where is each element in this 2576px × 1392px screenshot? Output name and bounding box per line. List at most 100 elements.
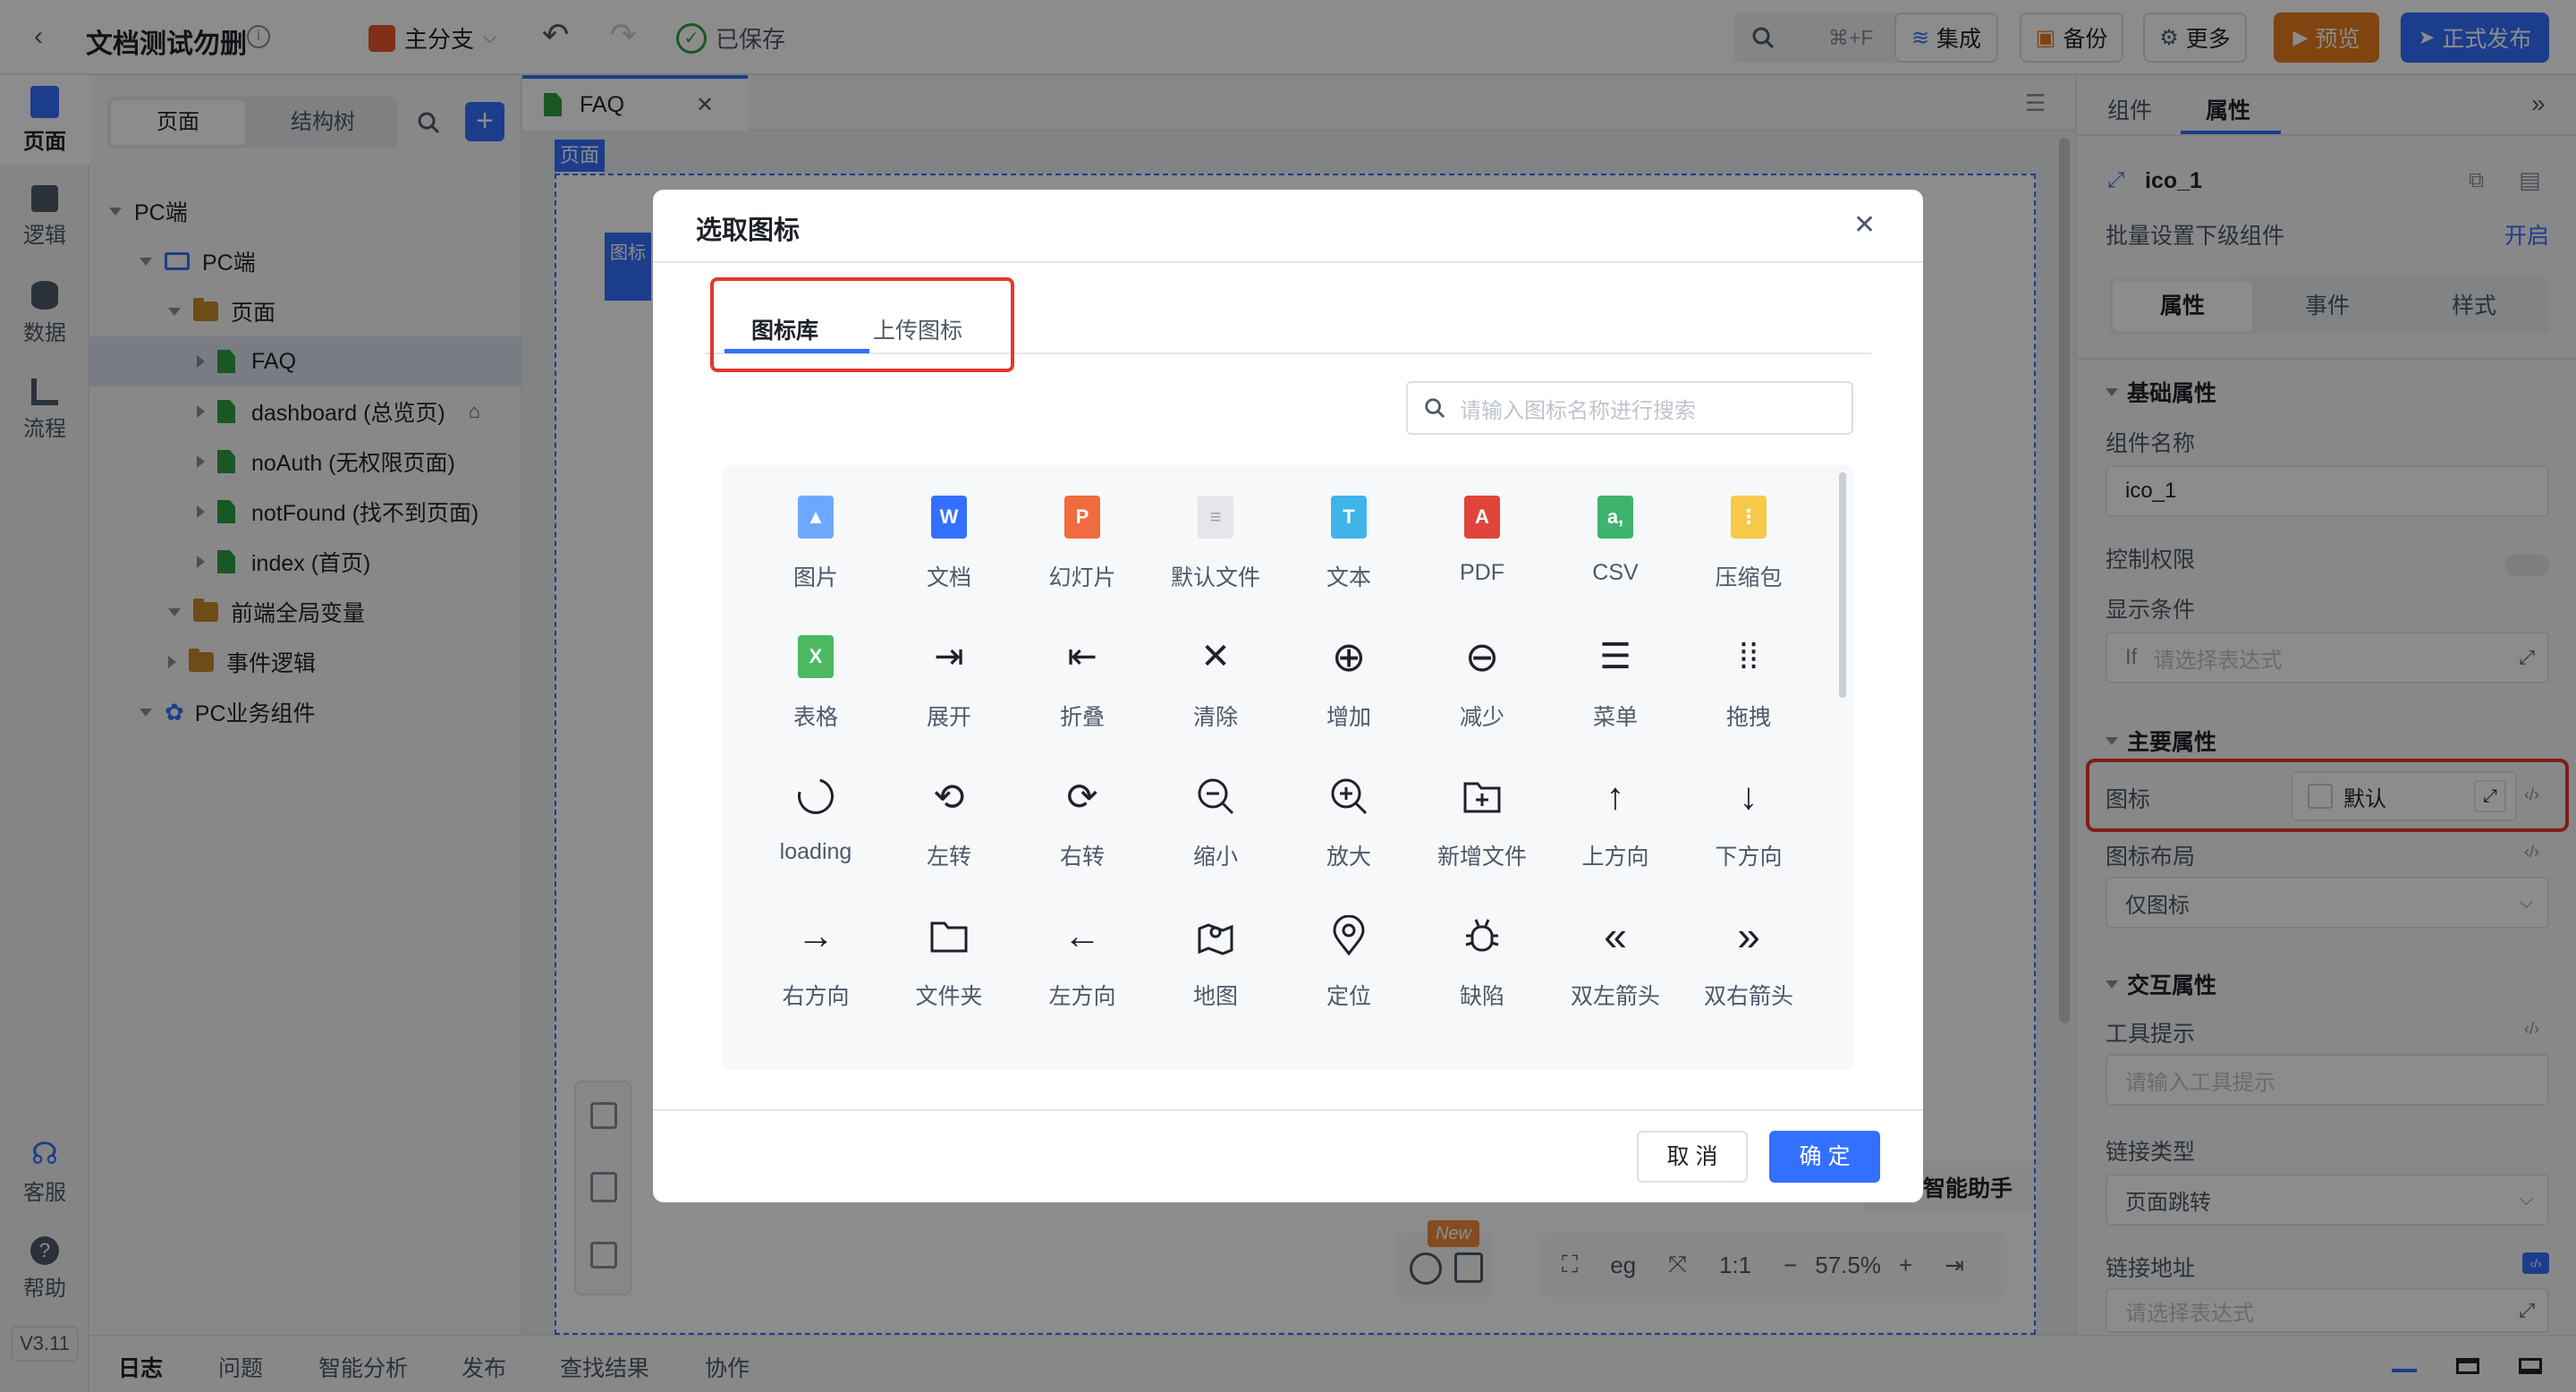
icon-option-label: 定位	[1326, 984, 1371, 1009]
icon-option-double-right[interactable]: » 双右箭头	[1682, 884, 1815, 1018]
double-right-icon: »	[1737, 912, 1760, 959]
close-icon[interactable]: ✕	[1853, 209, 1876, 241]
icon-option-label: 默认文件	[1170, 565, 1260, 590]
plus-circle-icon: ⊕	[1331, 633, 1367, 680]
word-file-icon: W	[931, 496, 967, 539]
ppt-file-icon: P	[1064, 496, 1100, 539]
icon-option-word[interactable]: W 文档	[883, 465, 1015, 599]
icon-option-default-file[interactable]: ≡ 默认文件	[1149, 465, 1282, 599]
icon-option-csv[interactable]: a, CSV	[1549, 465, 1682, 599]
location-icon	[1322, 909, 1376, 963]
icon-option-label: 展开	[926, 705, 971, 730]
zoom-out-icon	[1189, 769, 1242, 823]
icon-option-rotate-left[interactable]: ⟲ 左转	[883, 744, 1015, 878]
text-file-icon: T	[1331, 496, 1367, 539]
divider	[653, 261, 1923, 263]
icon-option-label: 文本	[1326, 565, 1371, 590]
arrow-left-icon: ←	[1063, 914, 1101, 956]
confirm-button[interactable]: 确 定	[1769, 1131, 1880, 1183]
icon-option-double-left[interactable]: « 双左箭头	[1549, 884, 1682, 1018]
drag-icon: ⁞⁞	[1738, 636, 1759, 676]
loading-icon	[789, 769, 843, 823]
icon-option-zoom-in[interactable]: 放大	[1283, 744, 1415, 878]
icon-option-bug[interactable]: 缺陷	[1416, 884, 1548, 1018]
minus-circle-icon: ⊖	[1464, 633, 1500, 680]
icon-option-ppt[interactable]: P 幻灯片	[1016, 465, 1148, 599]
icon-option-label: 缩小	[1192, 845, 1238, 870]
icon-option-map[interactable]: 地图	[1149, 884, 1282, 1018]
close-icon: ✕	[1200, 637, 1231, 676]
rotate-right-icon: ⟳	[1066, 775, 1098, 818]
icon-option-arrow-left[interactable]: ← 左方向	[1016, 884, 1148, 1018]
zip-file-icon: ⋮	[1731, 496, 1767, 539]
icon-option-loading[interactable]: loading	[750, 744, 882, 878]
icon-option-add[interactable]: ⊕ 增加	[1283, 605, 1415, 739]
map-icon	[1189, 909, 1242, 963]
icon-option-arrow-down[interactable]: ↓ 下方向	[1682, 744, 1815, 878]
csv-file-icon: a,	[1597, 496, 1633, 539]
tabs-highlight	[710, 277, 1014, 372]
icon-option-label: 图片	[792, 565, 838, 590]
icon-option-collapse[interactable]: ⇤ 折叠	[1016, 605, 1148, 739]
icon-option-label: 地图	[1192, 984, 1238, 1009]
icon-option-label: 文档	[926, 565, 971, 590]
icon-option-label: 折叠	[1059, 705, 1105, 730]
icon-option-label: 左方向	[1048, 984, 1116, 1009]
pdf-file-icon: A	[1464, 496, 1500, 539]
icon-option-reduce[interactable]: ⊖ 减少	[1416, 605, 1548, 739]
icon-option-label: 缺陷	[1459, 984, 1504, 1009]
icon-grid: ▲ 图片 W 文档 P 幻灯片 ≡ 默认文件 T 文本 A PDF a, CSV ⋮ 压缩包 X…	[723, 465, 1853, 1070]
icon-search-input[interactable]: 请输入图标名称进行搜索	[1406, 381, 1853, 435]
icon-option-label: 幻灯片	[1048, 565, 1116, 590]
icon-option-excel[interactable]: X 表格	[750, 605, 882, 739]
icon-option-label: 增加	[1326, 705, 1371, 730]
arrow-down-icon: ↓	[1739, 775, 1758, 817]
icon-option-text[interactable]: T 文本	[1283, 465, 1415, 599]
icon-option-label: CSV	[1592, 560, 1639, 585]
icon-option-label: 双右箭头	[1703, 984, 1793, 1009]
icon-option-clear[interactable]: ✕ 清除	[1149, 605, 1282, 739]
rotate-left-icon: ⟲	[933, 775, 965, 818]
icon-option-expand[interactable]: ⇥ 展开	[883, 605, 1015, 739]
icon-option-label: 文件夹	[915, 984, 983, 1009]
icon-option-drag[interactable]: ⁞⁞ 拖拽	[1682, 605, 1815, 739]
icon-option-label: 菜单	[1592, 705, 1638, 730]
excel-file-icon: X	[798, 635, 834, 678]
divider	[653, 1109, 1923, 1111]
grid-scrollbar[interactable]	[1839, 472, 1846, 698]
icon-option-label: 清除	[1192, 705, 1238, 730]
search-placeholder: 请输入图标名称进行搜索	[1460, 398, 1696, 423]
icon-option-label: 放大	[1326, 845, 1371, 870]
icon-option-arrow-right[interactable]: → 右方向	[750, 884, 882, 1018]
image-file-icon: ▲	[798, 496, 834, 539]
icon-option-location[interactable]: 定位	[1283, 884, 1415, 1018]
icon-option-image[interactable]: ▲ 图片	[750, 465, 882, 599]
zoom-in-icon	[1322, 769, 1376, 823]
icon-option-label: 减少	[1459, 705, 1504, 730]
icon-picker-dialog: 选取图标 ✕ 图标库 上传图标 请输入图标名称进行搜索 ▲ 图片 W 文档 P 幻灯片…	[653, 190, 1923, 1202]
icon-option-folder-add[interactable]: 新增文件	[1416, 744, 1548, 878]
icon-option-label: 右转	[1059, 845, 1105, 870]
icon-option-pdf[interactable]: A PDF	[1416, 465, 1548, 599]
cancel-button[interactable]: 取 消	[1637, 1131, 1748, 1183]
icon-option-label: 双左箭头	[1570, 984, 1660, 1009]
expand-icon: ⇥	[934, 637, 964, 676]
icon-option-zoom-out[interactable]: 缩小	[1149, 744, 1282, 878]
icon-option-folder[interactable]: 文件夹	[883, 884, 1015, 1018]
icon-option-menu[interactable]: ☰ 菜单	[1549, 605, 1682, 739]
icon-option-label: 新增文件	[1436, 845, 1527, 870]
collapse-icon: ⇤	[1067, 637, 1097, 676]
icon-option-label: 拖拽	[1725, 705, 1771, 730]
icon-option-label: 表格	[792, 705, 838, 730]
icon-option-label: 下方向	[1715, 845, 1783, 870]
menu-icon: ☰	[1599, 637, 1631, 676]
icon-option-arrow-up[interactable]: ↑ 上方向	[1549, 744, 1682, 878]
icon-option-rotate-right[interactable]: ⟳ 右转	[1016, 744, 1148, 878]
bug-icon	[1455, 909, 1509, 963]
icon-option-zip[interactable]: ⋮ 压缩包	[1682, 465, 1815, 599]
folder-add-icon	[1455, 769, 1509, 823]
icon-option-label: PDF	[1460, 560, 1504, 585]
folder-icon	[922, 909, 976, 963]
dialog-title: 选取图标	[696, 216, 801, 245]
icon-option-label: 上方向	[1581, 845, 1649, 870]
